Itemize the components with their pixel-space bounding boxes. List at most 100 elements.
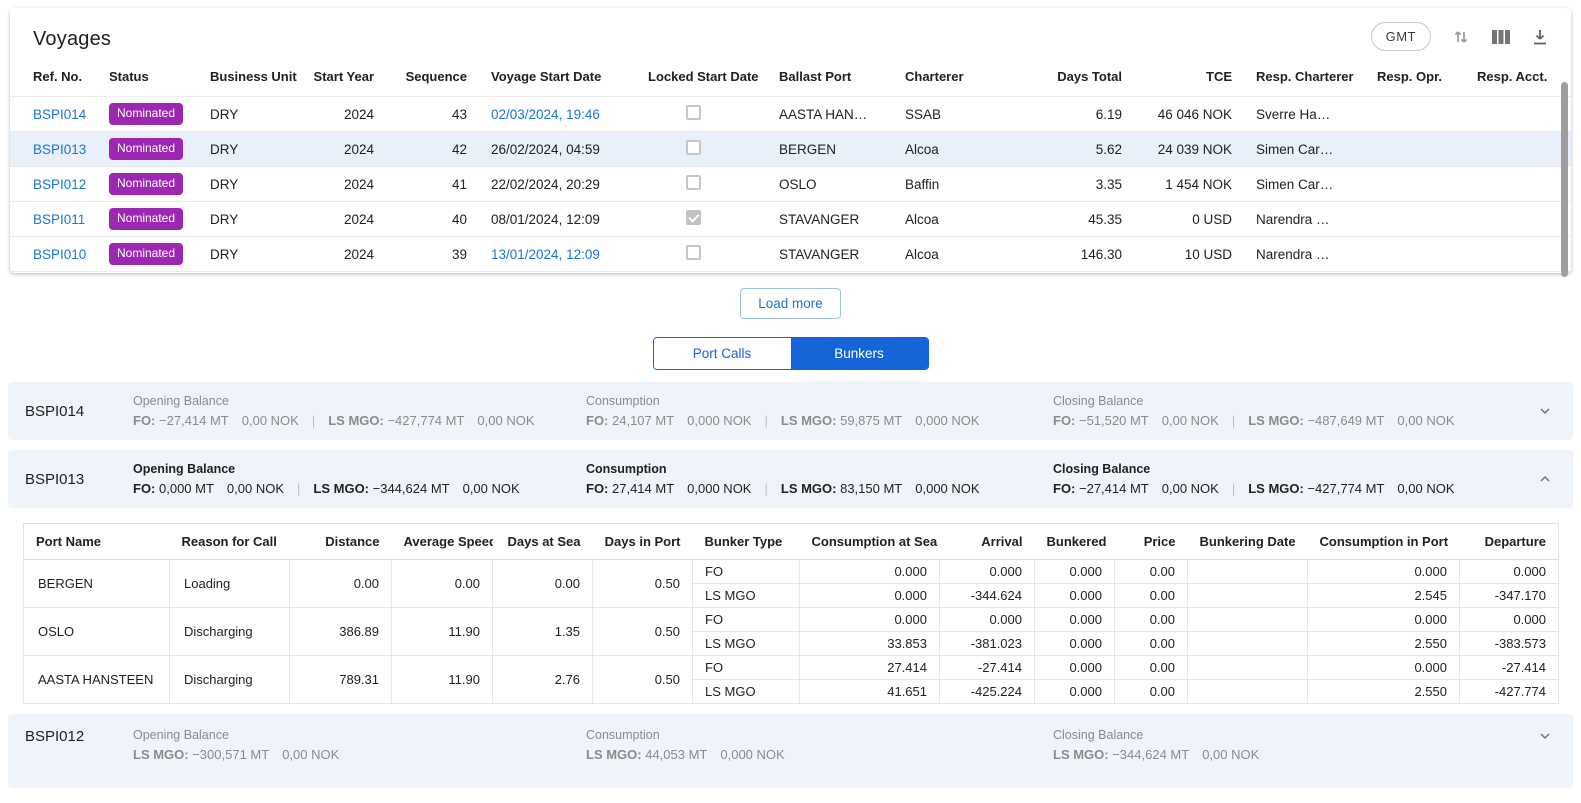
voyage-row[interactable]: BSPI010 Nominated DRY 2024 39 13/01/2024… xyxy=(10,237,1571,272)
fuel-balance: LS MGO: −427,774 MT xyxy=(1248,481,1384,496)
locked-start-date-checkbox[interactable] xyxy=(686,245,701,260)
consumption-in-port-cell: 2.545 xyxy=(1308,584,1460,608)
port-name-cell: BERGEN xyxy=(24,560,170,608)
tce-cell: 10 USD xyxy=(1134,237,1244,272)
fuel-balance: FO: −27,414 MT xyxy=(1053,481,1149,496)
tce-cell: 0 USD xyxy=(1134,202,1244,237)
col-consumption-at-sea: Consumption at Sea xyxy=(800,524,940,560)
voyages-card: Voyages GMT xyxy=(10,8,1571,273)
start-year-cell: 2024 xyxy=(298,97,386,132)
section-bspi013: BSPI013 Opening Balance FO: 0,000 MT0,00… xyxy=(8,450,1573,704)
locked-start-date-checkbox[interactable] xyxy=(686,105,701,120)
charterer-cell: SSAB xyxy=(893,97,1010,132)
fuel-balance: LS MGO: −344,624 MT xyxy=(313,481,449,496)
balance-values: FO: 24,107 MT0,000 NOK|LS MGO: 59,875 MT… xyxy=(586,413,1053,428)
bunker-row: OSLODischarging386.8911.901.350.50FO0.00… xyxy=(24,608,1559,632)
locked-start-date-checkbox[interactable] xyxy=(686,175,701,190)
col-bunkering-date: Bunkering Date xyxy=(1188,524,1308,560)
fuel-balance: FO: 0,000 MT xyxy=(133,481,214,496)
balance-group-title: Closing Balance xyxy=(1053,728,1529,742)
voyages-table: Ref. No. Status Business Unit Start Year… xyxy=(10,63,1571,272)
voyage-row[interactable]: BSPI011 Nominated DRY 2024 40 08/01/2024… xyxy=(10,202,1571,237)
balance-values: LS MGO: 44,053 MT0,000 NOK xyxy=(586,747,1053,762)
distance-cell: 789.31 xyxy=(290,656,392,704)
voyage-ref-link[interactable]: BSPI014 xyxy=(33,107,86,122)
col-consumption-in-port: Consumption in Port xyxy=(1308,524,1460,560)
voyage-ref-link[interactable]: BSPI011 xyxy=(33,212,85,227)
fuel-balance-nok: 0,000 NOK xyxy=(687,413,751,428)
balance-values: FO: 27,414 MT0,000 NOK|LS MGO: 83,150 MT… xyxy=(586,481,1053,496)
section-bspi012: BSPI012 Opening Balance LS MGO: −300,571… xyxy=(8,714,1573,788)
tce-cell: 24 039 NOK xyxy=(1134,132,1244,167)
col-departure: Departure xyxy=(1460,524,1559,560)
chevron-down-icon[interactable] xyxy=(1529,728,1553,744)
charterer-cell: Alcoa xyxy=(893,132,1010,167)
arrival-cell: -27.414 xyxy=(940,656,1035,680)
voyage-ref-link[interactable]: BSPI012 xyxy=(33,177,86,192)
tab-bunkers[interactable]: Bunkers xyxy=(791,338,928,369)
bunkering-date-cell xyxy=(1188,584,1308,608)
status-badge: Nominated xyxy=(109,103,183,124)
port-name-cell: OSLO xyxy=(24,608,170,656)
fuel-balance-nok: 0,00 NOK xyxy=(1162,481,1219,496)
chevron-up-icon[interactable] xyxy=(1529,471,1553,487)
toolbar: GMT xyxy=(1371,22,1549,51)
avg-speed-cell: 11.90 xyxy=(392,608,493,656)
locked-start-date-checkbox[interactable] xyxy=(686,140,701,155)
load-more-button[interactable]: Load more xyxy=(740,288,841,319)
consumption-at-sea-cell: 33.853 xyxy=(800,632,940,656)
columns-icon[interactable] xyxy=(1491,28,1511,46)
fuel-balance: FO: −51,520 MT xyxy=(1053,413,1149,428)
voyage-start-date: 22/02/2024, 20:29 xyxy=(491,177,600,192)
col-distance: Distance xyxy=(290,524,392,560)
fuel-balance: FO: 24,107 MT xyxy=(586,413,674,428)
charterer-cell: Alcoa xyxy=(893,237,1010,272)
arrival-cell: 0.000 xyxy=(940,560,1035,584)
bunker-section-header[interactable]: BSPI012 Opening Balance LS MGO: −300,571… xyxy=(8,714,1573,788)
bunkering-date-cell xyxy=(1188,632,1308,656)
balance-group-title: Consumption xyxy=(586,394,1053,408)
reason-cell: Discharging xyxy=(170,608,290,656)
price-cell: 0.00 xyxy=(1115,560,1188,584)
voyage-row[interactable]: BSPI013 Nominated DRY 2024 42 26/02/2024… xyxy=(10,132,1571,167)
chevron-down-icon[interactable] xyxy=(1529,403,1553,419)
status-badge: Nominated xyxy=(109,208,183,229)
separator: | xyxy=(1232,413,1235,428)
ballast-port-cell: OSLO xyxy=(767,167,893,202)
separator: | xyxy=(312,413,315,428)
separator: | xyxy=(764,413,767,428)
section-bspi014: BSPI014 Opening Balance FO: −27,414 MT0,… xyxy=(8,382,1573,440)
days-in-port-cell: 0.50 xyxy=(593,656,693,704)
tab-group: Port Calls Bunkers xyxy=(653,337,929,370)
section-ref: BSPI014 xyxy=(25,403,133,420)
voyage-ref-link[interactable]: BSPI013 xyxy=(33,142,86,157)
bunker-section-header[interactable]: BSPI014 Opening Balance FO: −27,414 MT0,… xyxy=(8,382,1573,440)
timezone-button[interactable]: GMT xyxy=(1371,22,1431,51)
days-total-cell: 45.35 xyxy=(1010,202,1134,237)
balance-group: Opening Balance FO: −27,414 MT0,00 NOK|L… xyxy=(133,394,586,428)
balance-values: FO: 0,000 MT0,00 NOK|LS MGO: −344,624 MT… xyxy=(133,481,586,496)
locked-start-date-checkbox[interactable] xyxy=(686,210,701,225)
voyage-ref-link[interactable]: BSPI010 xyxy=(33,247,86,262)
status-badge: Nominated xyxy=(109,138,183,159)
start-year-cell: 2024 xyxy=(298,202,386,237)
departure-cell: -347.170 xyxy=(1460,584,1559,608)
sort-icon[interactable] xyxy=(1451,27,1471,47)
tab-port-calls[interactable]: Port Calls xyxy=(654,338,791,369)
col-status: Status xyxy=(97,63,198,97)
consumption-at-sea-cell: 0.000 xyxy=(800,560,940,584)
voyage-row[interactable]: BSPI012 Nominated DRY 2024 41 22/02/2024… xyxy=(10,167,1571,202)
bunker-section-header[interactable]: BSPI013 Opening Balance FO: 0,000 MT0,00… xyxy=(8,450,1573,508)
fuel-balance-nok: 0,00 NOK xyxy=(1397,481,1454,496)
resp-opr-cell xyxy=(1365,132,1465,167)
consumption-in-port-cell: 2.550 xyxy=(1308,680,1460,704)
col-average-speed: Average Speed xyxy=(392,524,493,560)
bunkered-cell: 0.000 xyxy=(1035,584,1115,608)
download-icon[interactable] xyxy=(1531,28,1549,46)
bunkered-cell: 0.000 xyxy=(1035,680,1115,704)
fuel-balance-nok: 0,00 NOK xyxy=(477,413,534,428)
balance-group: Opening Balance LS MGO: −300,571 MT0,00 … xyxy=(133,728,586,762)
balance-values: LS MGO: −344,624 MT0,00 NOK xyxy=(1053,747,1529,762)
vertical-scrollbar[interactable] xyxy=(1561,82,1568,277)
voyage-row[interactable]: BSPI014 Nominated DRY 2024 43 02/03/2024… xyxy=(10,97,1571,132)
